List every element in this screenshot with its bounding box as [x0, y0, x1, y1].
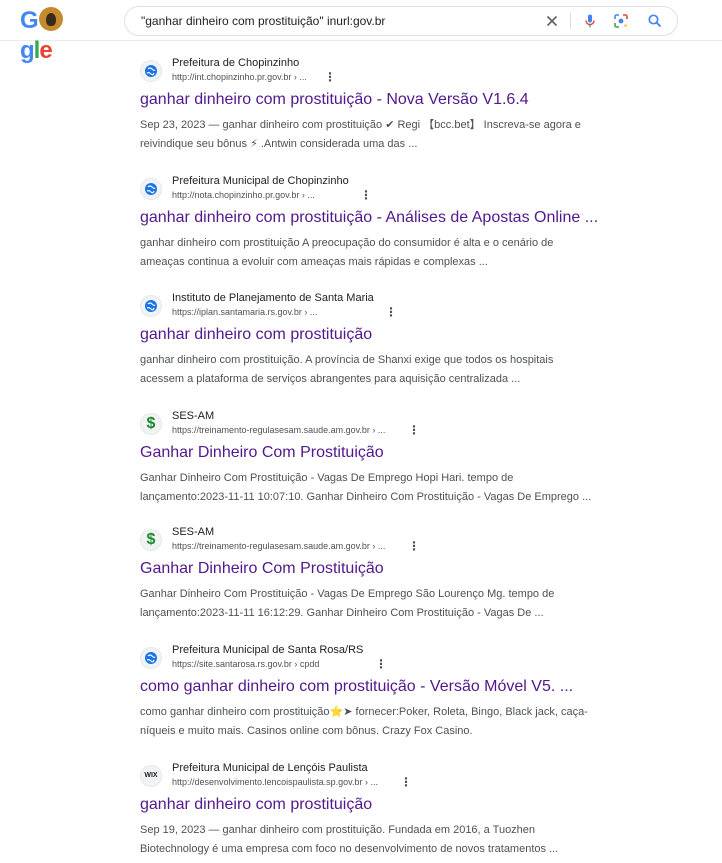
search-result: $ SES-AM https://treinamento-regulasesam…: [140, 526, 640, 623]
header: Ggle: [0, 0, 722, 64]
lens-icon[interactable]: [612, 12, 630, 30]
search-box: [124, 6, 678, 36]
globe-icon: [140, 647, 162, 669]
snippet-line: Ganhar Dinheiro Com Prostituição - Vagas…: [140, 588, 555, 600]
result-source[interactable]: Prefeitura de Chopinzinho http://int.cho…: [140, 57, 640, 87]
result-source[interactable]: Prefeitura Municipal de Santa Rosa/RS ht…: [140, 644, 640, 674]
search-divider: [570, 13, 571, 29]
snippet-line: lançamento:2023-11-11 16:12:29. Ganhar D…: [140, 607, 544, 619]
logo-letter-e: e: [39, 37, 52, 64]
more-options-icon[interactable]: ⋮: [360, 189, 372, 203]
site-url: http://nota.chopinzinho.pr.gov.br › ...: [172, 190, 315, 200]
search-result: Prefeitura Municipal de Santa Rosa/RS ht…: [140, 644, 640, 741]
result-title-link[interactable]: Ganhar Dinheiro Com Prostituição: [140, 558, 640, 580]
result-title-link[interactable]: Ganhar Dinheiro Com Prostituição: [140, 442, 640, 464]
doodle-portrait-icon: [38, 7, 63, 31]
result-title-link[interactable]: ganhar dinheiro com prostituição: [140, 794, 640, 816]
result-source[interactable]: Prefeitura Municipal de Chopinzinho http…: [140, 175, 640, 205]
close-icon[interactable]: [543, 12, 561, 30]
site-name: Prefeitura Municipal de Santa Rosa/RS: [172, 644, 364, 656]
logo-letter-g: G: [20, 7, 39, 34]
snippet-line: níqueis e muito mais. Casinos online com…: [140, 725, 473, 737]
snippet-line: ganhar dinheiro com prostituição. A prov…: [140, 354, 554, 366]
result-snippet: Sep 19, 2023 — ganhar dinheiro com prost…: [140, 821, 640, 859]
globe-icon: [140, 295, 162, 317]
logo-letter-g-lower: g: [20, 37, 35, 64]
snippet-line: ameaças continua a evoluir com ameaças m…: [140, 256, 488, 268]
dollar-icon: $: [140, 529, 162, 551]
site-name: SES-AM: [172, 526, 215, 538]
snippet-line: Biotechnology é uma empresa com foco no …: [140, 843, 559, 855]
site-url: http://desenvolvimento.lencoispaulista.s…: [172, 777, 378, 787]
site-name: SES-AM: [172, 410, 215, 422]
snippet-line: acessem a plataforma de serviços abrange…: [140, 373, 521, 385]
result-snippet: ganhar dinheiro com prostituição A preoc…: [140, 234, 640, 272]
search-result: $ SES-AM https://treinamento-regulasesam…: [140, 410, 640, 507]
snippet-line: Sep 23, 2023 — ganhar dinheiro com prost…: [140, 119, 581, 131]
site-name: Prefeitura Municipal de Chopinzinho: [172, 175, 349, 187]
search-icon[interactable]: [646, 12, 664, 30]
google-logo[interactable]: Ggle: [20, 6, 90, 64]
more-options-icon[interactable]: ⋮: [375, 658, 387, 672]
result-snippet: Sep 23, 2023 — ganhar dinheiro com prost…: [140, 116, 640, 154]
search-result: WIX Prefeitura Municipal de Lençóis Paul…: [140, 762, 640, 859]
wix-icon: WIX: [140, 765, 162, 787]
result-title-link[interactable]: como ganhar dinheiro com prostituição - …: [140, 676, 640, 698]
search-input[interactable]: [141, 11, 531, 31]
globe-icon: [140, 60, 162, 82]
globe-icon: [140, 178, 162, 200]
result-snippet: Ganhar Dinheiro Com Prostituição - Vagas…: [140, 585, 640, 623]
search-result: Instituto de Planejamento de Santa Maria…: [140, 292, 640, 389]
snippet-line: Ganhar Dinheiro Com Prostituição - Vagas…: [140, 472, 514, 484]
result-snippet: Ganhar Dinheiro Com Prostituição - Vagas…: [140, 469, 640, 507]
result-source[interactable]: WIX Prefeitura Municipal de Lençóis Paul…: [140, 762, 640, 792]
site-name: Prefeitura de Chopinzinho: [172, 57, 300, 69]
more-options-icon[interactable]: ⋮: [324, 71, 336, 85]
result-source[interactable]: $ SES-AM https://treinamento-regulasesam…: [140, 410, 640, 440]
result-source[interactable]: Instituto de Planejamento de Santa Maria…: [140, 292, 640, 322]
site-url: https://site.santarosa.rs.gov.br › cpdd: [172, 659, 320, 669]
more-options-icon[interactable]: ⋮: [408, 540, 420, 554]
result-title-link[interactable]: ganhar dinheiro com prostituição: [140, 324, 640, 346]
result-snippet: ganhar dinheiro com prostituição. A prov…: [140, 351, 640, 389]
snippet-line: ganhar dinheiro com prostituição A preoc…: [140, 237, 554, 249]
more-options-icon[interactable]: ⋮: [400, 776, 412, 790]
snippet-line: como ganhar dinheiro com prostituição⭐➤ …: [140, 706, 588, 718]
search-result: Prefeitura de Chopinzinho http://int.cho…: [140, 57, 640, 154]
site-url: https://iplan.santamaria.rs.gov.br › ...: [172, 307, 318, 317]
site-url: http://int.chopinzinho.pr.gov.br › ...: [172, 72, 307, 82]
microphone-icon[interactable]: [581, 12, 599, 30]
result-title-link[interactable]: ganhar dinheiro com prostituição - Análi…: [140, 207, 640, 229]
result-title-link[interactable]: ganhar dinheiro com prostituição - Nova …: [140, 89, 640, 111]
site-url: https://treinamento-regulasesam.saude.am…: [172, 541, 386, 551]
snippet-line: lançamento:2023-11-11 10:07:10. Ganhar D…: [140, 491, 592, 503]
more-options-icon[interactable]: ⋮: [408, 424, 420, 438]
result-snippet: como ganhar dinheiro com prostituição⭐➤ …: [140, 703, 640, 741]
site-name: Prefeitura Municipal de Lençóis Paulista: [172, 762, 368, 774]
site-url: https://treinamento-regulasesam.saude.am…: [172, 425, 386, 435]
site-name: Instituto de Planejamento de Santa Maria: [172, 292, 374, 304]
result-source[interactable]: $ SES-AM https://treinamento-regulasesam…: [140, 526, 640, 556]
snippet-line: reivindique seu bônus ⚡ .Antwin consider…: [140, 138, 418, 150]
more-options-icon[interactable]: ⋮: [385, 306, 397, 320]
search-result: Prefeitura Municipal de Chopinzinho http…: [140, 175, 640, 272]
dollar-icon: $: [140, 413, 162, 435]
snippet-line: Sep 19, 2023 — ganhar dinheiro com prost…: [140, 824, 536, 836]
